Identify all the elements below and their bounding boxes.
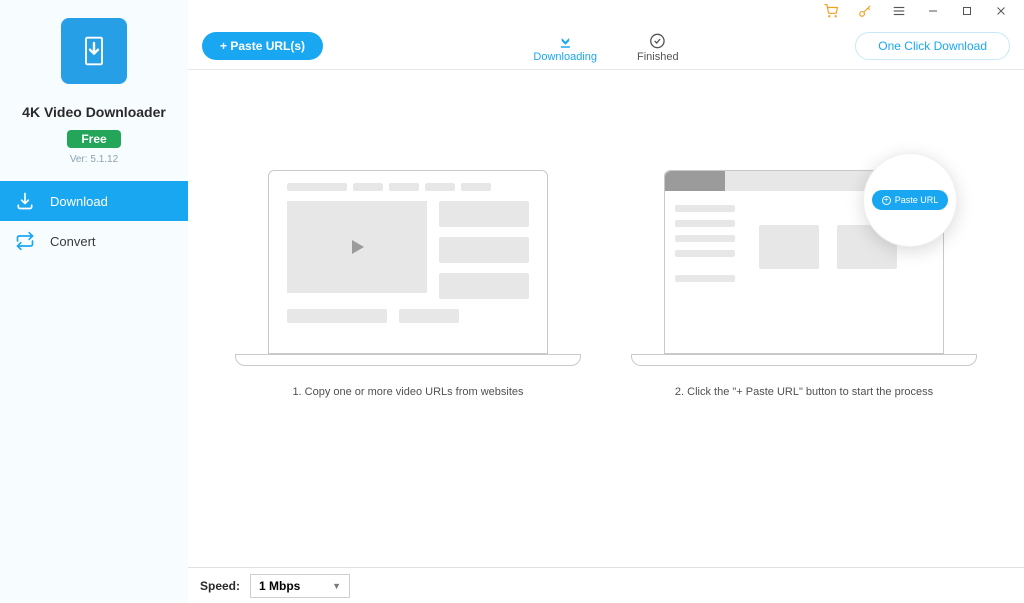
finished-icon <box>649 32 667 50</box>
paste-url-bubble-button: + Paste URL <box>872 190 949 210</box>
free-badge: Free <box>67 130 120 148</box>
paste-url-callout: + Paste URL <box>863 153 957 247</box>
plus-icon: + <box>882 196 891 205</box>
key-icon[interactable] <box>858 4 872 18</box>
paste-url-button[interactable]: + Paste URL(s) <box>202 32 323 60</box>
toolbar: + Paste URL(s) Downloading Finished One … <box>188 22 1024 70</box>
app-name: 4K Video Downloader <box>22 104 166 120</box>
sidebar-item-download[interactable]: Download <box>0 181 188 221</box>
sidebar-nav: Download Convert <box>0 181 188 261</box>
step2-illustration: + Paste URL <box>631 170 977 366</box>
guide-step-2: + Paste URL 2. Click the "+ Paste URL" b… <box>631 170 977 398</box>
speed-label: Speed: <box>200 579 240 593</box>
maximize-icon[interactable] <box>960 4 974 18</box>
step1-caption: 1. Copy one or more video URLs from webs… <box>292 386 523 398</box>
status-tabs: Downloading Finished <box>533 22 678 69</box>
app-logo <box>61 18 127 84</box>
sidebar-item-label: Download <box>50 194 108 209</box>
minimize-icon[interactable] <box>926 4 940 18</box>
menu-icon[interactable] <box>892 4 906 18</box>
tab-label: Finished <box>637 51 679 63</box>
downloading-icon <box>556 32 574 50</box>
footer: Speed: 1 Mbps ▼ <box>188 567 1024 603</box>
convert-icon <box>14 230 36 252</box>
app-version: Ver: 5.1.12 <box>70 154 118 165</box>
bubble-label: Paste URL <box>895 195 939 205</box>
window-bar <box>188 0 1024 22</box>
sidebar: 4K Video Downloader Free Ver: 5.1.12 Dow… <box>0 0 188 603</box>
chevron-down-icon: ▼ <box>332 581 341 591</box>
download-arrow-icon <box>78 35 110 67</box>
empty-state: 1. Copy one or more video URLs from webs… <box>188 70 1024 567</box>
one-click-download-button[interactable]: One Click Download <box>855 32 1010 60</box>
speed-value: 1 Mbps <box>259 579 300 593</box>
main-area: + Paste URL(s) Downloading Finished One … <box>188 0 1024 603</box>
step2-caption: 2. Click the "+ Paste URL" button to sta… <box>675 386 933 398</box>
tab-label: Downloading <box>533 51 597 63</box>
cart-icon[interactable] <box>824 4 838 18</box>
sidebar-item-convert[interactable]: Convert <box>0 221 188 261</box>
step1-illustration <box>235 170 581 366</box>
close-icon[interactable] <box>994 4 1008 18</box>
sidebar-item-label: Convert <box>50 234 96 249</box>
play-icon <box>345 235 369 259</box>
speed-select[interactable]: 1 Mbps ▼ <box>250 574 350 598</box>
guide-step-1: 1. Copy one or more video URLs from webs… <box>235 170 581 398</box>
tab-downloading[interactable]: Downloading <box>533 32 597 69</box>
download-icon <box>14 190 36 212</box>
tab-finished[interactable]: Finished <box>637 32 679 69</box>
